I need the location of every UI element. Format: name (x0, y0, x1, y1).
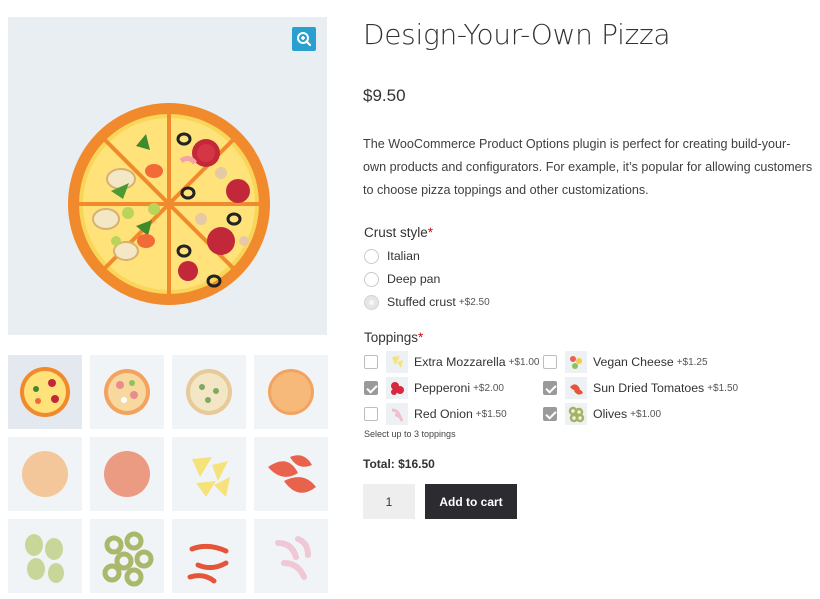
checkbox[interactable] (543, 355, 557, 369)
thumbnail-tomato-base[interactable] (254, 355, 328, 429)
zoom-in-icon (297, 32, 312, 47)
crust-style-label: Crust style* (364, 225, 434, 240)
thumbnail-chili-peppers[interactable] (172, 519, 246, 593)
topping-red-onion[interactable]: Red Onion +$1.50 (364, 403, 507, 425)
thumbnail-red-onion[interactable] (254, 519, 328, 593)
product-title: Design-Your-Own Pizza (363, 18, 671, 51)
pepperoni-icon (386, 377, 408, 399)
radio-button[interactable] (364, 271, 379, 287)
product-description: The WooCommerce Product Options plugin i… (363, 137, 813, 197)
required-mark: * (427, 225, 434, 240)
toppings-label: Toppings* (364, 330, 424, 345)
topping-pepperoni[interactable]: Pepperoni +$2.00 (364, 377, 504, 399)
zoom-button[interactable] (292, 27, 316, 51)
product-price: $9.50 (363, 86, 406, 105)
thumbnail-vegan-cheese[interactable] (8, 519, 82, 593)
add-to-cart-button[interactable]: Add to cart (425, 484, 517, 519)
olives-icon (565, 403, 587, 425)
crust-option-deep-pan[interactable]: Deep pan (364, 270, 440, 288)
red-onion-icon (386, 403, 408, 425)
topping-olives[interactable]: Olives +$1.00 (543, 403, 661, 425)
quantity-input[interactable] (363, 484, 415, 519)
thumbnail-whole-pizza[interactable] (8, 355, 82, 429)
thumbnail-olive-rings[interactable] (90, 519, 164, 593)
radio-button[interactable] (364, 248, 379, 264)
required-mark: * (418, 330, 424, 345)
topping-vegan-cheese[interactable]: Vegan Cheese +$1.25 (543, 351, 708, 373)
radio-button[interactable] (364, 294, 379, 310)
thumbnail-sun-dried-tomatoes[interactable] (254, 437, 328, 511)
thumbnail-dough-base[interactable] (8, 437, 82, 511)
toppings-hint: Select up to 3 toppings (364, 429, 456, 439)
thumbnail-pizza-plain[interactable] (172, 355, 246, 429)
thumbnail-pizza-ham[interactable] (90, 355, 164, 429)
checkbox[interactable] (364, 355, 378, 369)
checkbox[interactable] (543, 407, 557, 421)
gallery-thumbnails (8, 355, 328, 595)
checkbox[interactable] (364, 381, 378, 395)
topping-sun-dried-tomatoes[interactable]: Sun Dried Tomatoes +$1.50 (543, 377, 738, 399)
sun-dried-tomatoes-icon (565, 377, 587, 399)
product-main-image[interactable] (8, 17, 327, 335)
topping-extra-mozzarella[interactable]: Extra Mozzarella +$1.00 (364, 351, 539, 373)
checkbox[interactable] (364, 407, 378, 421)
checkbox[interactable] (543, 381, 557, 395)
vegan-cheese-icon (565, 351, 587, 373)
order-total: Total: $16.50 (363, 457, 435, 471)
thumbnail-cheese-triangles[interactable] (172, 437, 246, 511)
crust-option-stuffed-crust[interactable]: Stuffed crust +$2.50 (364, 293, 490, 311)
mozzarella-icon (386, 351, 408, 373)
crust-option-italian[interactable]: Italian (364, 247, 420, 265)
pizza-image (68, 103, 270, 305)
thumbnail-sauce-base[interactable] (90, 437, 164, 511)
